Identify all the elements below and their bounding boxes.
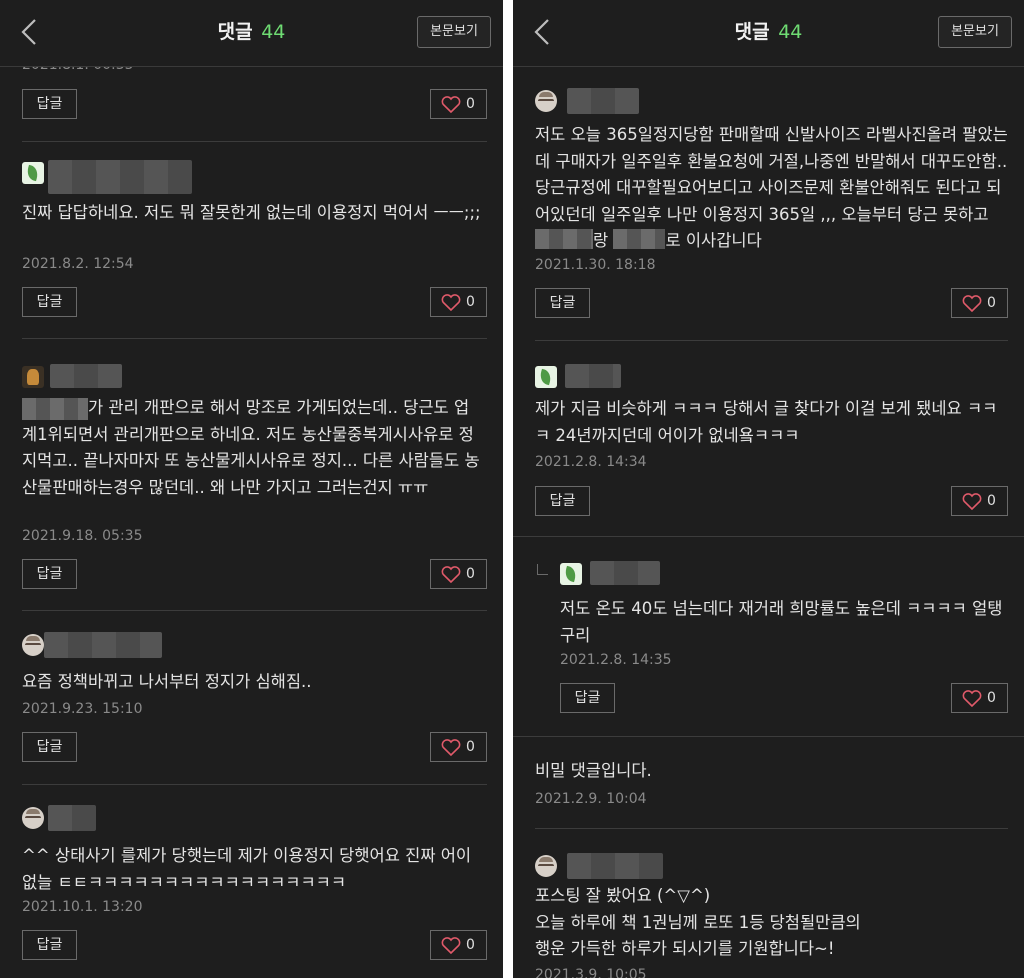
comment-text: 저도 오늘 365일정지당함 판매할때 신발사이즈 라벨사진올려 팔았는데 구매…	[535, 122, 1008, 255]
comment-date: 2021.3.9. 10:05	[535, 967, 647, 978]
divider	[535, 828, 1008, 829]
comment-text-main: 저도 오늘 365일정지당함 판매할때 신발사이즈 라벨사진올려 팔았는데 구매…	[535, 125, 1008, 224]
reply-button[interactable]: 답글	[22, 287, 77, 317]
divider	[513, 536, 1024, 537]
heart-outline-icon	[441, 566, 461, 583]
divider	[22, 784, 487, 785]
comment-text-part: 랑	[593, 231, 614, 250]
like-button[interactable]: 0	[430, 287, 487, 317]
like-button[interactable]: 0	[430, 89, 487, 119]
redacted-nickname	[590, 561, 660, 585]
like-button[interactable]: 0	[430, 930, 487, 960]
redacted-nickname	[50, 364, 122, 388]
reply-button[interactable]: 답글	[22, 732, 77, 762]
avatar[interactable]	[22, 634, 44, 656]
reply-button[interactable]: 답글	[22, 89, 77, 119]
comment-count: 44	[778, 21, 803, 43]
avatar[interactable]	[535, 855, 557, 877]
like-button[interactable]: 0	[430, 559, 487, 589]
heart-outline-icon	[962, 295, 982, 312]
comments-panel-right: 댓글 44 본문보기 저도 오늘 365일정지당함 판매할때 신발사이즈 라벨사…	[513, 0, 1024, 978]
like-button[interactable]: 0	[951, 486, 1008, 516]
reply-button[interactable]: 답글	[535, 486, 590, 516]
comment-date: 2021.2.8. 14:34	[535, 454, 647, 470]
redacted-nickname	[567, 88, 639, 114]
divider	[22, 338, 487, 339]
like-count: 0	[987, 295, 996, 311]
redacted-nickname	[44, 632, 162, 658]
like-count: 0	[466, 566, 475, 582]
comment-text: 제가 지금 비슷하게 ㅋㅋㅋ 당해서 글 찾다가 이걸 보게 됐네요 ㅋㅋㅋ 2…	[535, 399, 998, 445]
comment-date: 2021.9.23. 15:10	[22, 701, 143, 717]
comments-panel-left: 댓글 44 본문보기 2021.8.1. 00:35 답글 0 진짜 답답하네요…	[0, 0, 503, 978]
reply-button[interactable]: 답글	[560, 683, 615, 713]
divider	[22, 141, 487, 142]
comment-date: 2021.1.30. 18:18	[535, 257, 656, 273]
top-bar: 댓글 44 본문보기	[513, 0, 1024, 67]
reply-indent-icon	[537, 564, 548, 575]
heart-outline-icon	[962, 493, 982, 510]
heart-outline-icon	[441, 739, 461, 756]
comment-text: ^^ 상태사기 를제가 당햇는데 제가 이용정지 당햇어요 진짜 어이없늘 ㅌㅌ…	[22, 846, 472, 892]
comment-date: 2021.2.9. 10:04	[535, 791, 647, 807]
heart-outline-icon	[441, 294, 461, 311]
avatar[interactable]	[22, 807, 44, 829]
comment-count: 44	[261, 21, 286, 43]
comment-date: 2021.2.8. 14:35	[560, 652, 672, 668]
redacted-nickname	[48, 160, 192, 194]
comment-text: 진짜 답답하네요. 저도 뭐 잘못한게 없는데 이용정지 먹어서 ㅡㅡ;;;	[22, 203, 481, 222]
avatar[interactable]	[560, 563, 582, 585]
top-bar: 댓글 44 본문보기	[0, 0, 503, 67]
comment-text: 저도 온도 40도 넘는데다 재거래 희망률도 높은데 ㅋㅋㅋㅋ 얼탱구리	[560, 599, 1003, 645]
like-button[interactable]: 0	[430, 732, 487, 762]
reply-button[interactable]: 답글	[22, 930, 77, 960]
like-button[interactable]: 0	[951, 683, 1008, 713]
divider	[535, 340, 1008, 341]
avatar[interactable]	[22, 366, 44, 388]
redacted-nickname	[565, 364, 621, 388]
avatar[interactable]	[22, 162, 44, 184]
reply-button[interactable]: 답글	[22, 559, 77, 589]
heart-outline-icon	[441, 96, 461, 113]
comment-text: 요즘 정책바뀌고 나서부터 정지가 심해짐..	[22, 672, 312, 691]
view-post-button[interactable]: 본문보기	[938, 16, 1012, 48]
avatar[interactable]	[535, 366, 557, 388]
redacted-nickname	[567, 853, 663, 879]
like-button[interactable]: 0	[951, 288, 1008, 318]
divider	[22, 610, 487, 611]
divider	[513, 736, 1024, 737]
like-count: 0	[466, 739, 475, 755]
like-count: 0	[466, 294, 475, 310]
like-count: 0	[987, 690, 996, 706]
comment-text: 비밀 댓글입니다.	[535, 761, 652, 780]
comment-date: 2021.8.2. 12:54	[22, 256, 134, 272]
reply-button[interactable]: 답글	[535, 288, 590, 318]
like-count: 0	[466, 937, 475, 953]
like-count: 0	[987, 493, 996, 509]
heart-outline-icon	[962, 690, 982, 707]
redacted-text	[613, 229, 666, 249]
comment-date: 2021.10.1. 13:20	[22, 899, 143, 915]
redacted-text	[535, 229, 593, 249]
avatar[interactable]	[535, 90, 557, 112]
comment-text: 가 관리 개판으로 해서 망조로 가게되었는데.. 당근도 업계1위되면서 관리…	[22, 398, 480, 497]
view-post-button[interactable]: 본문보기	[417, 16, 491, 48]
comment-date: 2021.9.18. 05:35	[22, 528, 143, 544]
title-label: 댓글	[217, 21, 253, 43]
comment-text: 포스팅 잘 봤어요 (^▽^) 오늘 하루에 책 1권님께 로또 1등 당첨될만…	[535, 886, 861, 958]
title-label: 댓글	[734, 21, 770, 43]
redacted-nickname	[48, 805, 96, 831]
heart-outline-icon	[441, 937, 461, 954]
like-count: 0	[466, 96, 475, 112]
comment-text-part: 로 이사갑니다	[665, 231, 762, 250]
